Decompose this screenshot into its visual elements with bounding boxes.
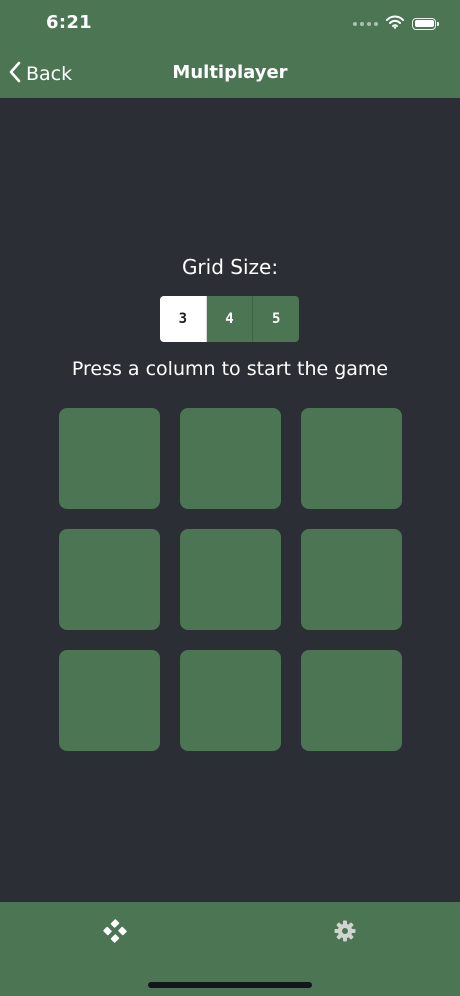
status-icons xyxy=(353,14,439,33)
battery-icon xyxy=(412,17,439,30)
grid-size-option-3[interactable]: 3 xyxy=(160,296,207,342)
page-title: Multiplayer xyxy=(172,62,288,83)
grid-size-option-5[interactable]: 5 xyxy=(253,296,299,342)
board-cell[interactable] xyxy=(180,529,281,630)
gamepad-icon xyxy=(103,919,127,947)
header: 6:21 Back Multiplayer xyxy=(0,0,460,98)
board-cell[interactable] xyxy=(59,650,160,751)
board-cell[interactable] xyxy=(301,529,402,630)
wifi-icon xyxy=(386,14,404,33)
instruction-text: Press a column to start the game xyxy=(71,358,389,380)
grid-size-label: Grid Size: xyxy=(181,255,279,279)
board-cell[interactable] xyxy=(301,650,402,751)
game-board xyxy=(59,408,402,751)
tab-games[interactable] xyxy=(100,918,130,948)
home-indicator xyxy=(148,982,312,988)
tab-bar xyxy=(0,902,460,996)
board-cell[interactable] xyxy=(59,408,160,509)
grid-size-selector: 3 4 5 xyxy=(160,296,299,342)
tab-settings[interactable] xyxy=(330,918,360,948)
board-cell[interactable] xyxy=(180,650,281,751)
board-cell[interactable] xyxy=(301,408,402,509)
board-cell[interactable] xyxy=(59,529,160,630)
grid-size-option-4[interactable]: 4 xyxy=(207,296,254,342)
gear-icon xyxy=(333,919,357,947)
signal-dots-icon xyxy=(353,21,378,26)
board-cell[interactable] xyxy=(180,408,281,509)
status-time: 6:21 xyxy=(46,12,92,33)
